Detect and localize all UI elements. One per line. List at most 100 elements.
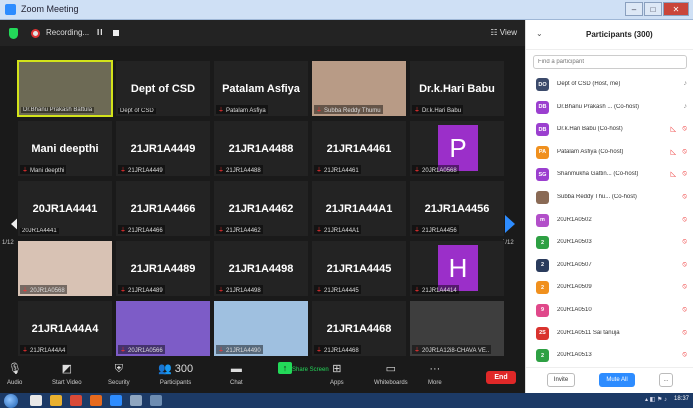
mic-icon: ♪ [683, 80, 688, 87]
folder-icon[interactable] [50, 395, 62, 406]
video-tile[interactable]: 21JR1A4488 ⏚ 21JR1A4488 [213, 120, 309, 177]
video-tile[interactable]: 21JR1A44A1 ⏚ 21JR1A44A1 [311, 180, 407, 237]
participant-row[interactable]: m 20JR1A0502 ⦸ [526, 210, 693, 233]
mute-all-button[interactable]: Mute All [599, 373, 635, 387]
tile-label-text: 21JR1A4466 [128, 228, 163, 234]
tile-label-text: 20JR1A0568 [422, 168, 457, 174]
mic-muted-icon: ⏚ [414, 168, 421, 174]
video-tile[interactable]: 21JR1A4449 ⏚ 21JR1A4449 [115, 120, 211, 177]
video-tile[interactable]: 20JR1A4441 20JR1A4441 [17, 180, 113, 237]
apps-button[interactable]: ⊞ Apps [330, 362, 344, 386]
video-tile[interactable]: Dept of CSD Dept of CSD [115, 60, 211, 117]
chat-button[interactable]: ▬ Chat [230, 362, 243, 386]
office-icon[interactable] [90, 395, 102, 406]
more-button[interactable]: ··· More [428, 362, 442, 386]
participant-row[interactable]: DO Dept of CSD (Host, me) ♪ [526, 74, 693, 97]
maximize-button[interactable]: □ [644, 2, 662, 16]
audio-icon: 🎙 [7, 363, 22, 375]
view-button[interactable]: ☷ View [490, 28, 517, 37]
more-options-button[interactable]: ... [659, 373, 673, 387]
start-button-icon[interactable] [4, 394, 18, 408]
participant-row[interactable]: 9 20JR1A0510 ⦸ [526, 300, 693, 323]
video-tile[interactable]: ⏚ 20JR1A0566 [115, 300, 211, 357]
participant-row[interactable]: 2 20JR1A0503 ⦸ [526, 232, 693, 255]
start-video-button[interactable]: ◩ Start Video [52, 362, 82, 386]
video-tile[interactable]: H ⏚ 21JR1A4414 [409, 240, 505, 297]
toolbar-label: Audio [7, 380, 23, 386]
participant-list: DO Dept of CSD (Host, me) ♪ DB Dr.Bhanu Prak… [526, 74, 693, 368]
system-tray-icons[interactable]: ▴ ◧ ⚑ ♪ [645, 396, 667, 403]
participant-search-input[interactable] [533, 55, 687, 69]
mic-muted-icon: ⦸ [682, 215, 687, 223]
participant-row[interactable]: PA Patalam Asfiya (Co-host) ◺ ⦸ [526, 142, 693, 165]
participant-name: 20JR1A0502 [557, 216, 592, 223]
mic-muted-icon: ⦸ [682, 305, 687, 313]
participant-name: Dept of CSD (Host, me) [557, 81, 621, 87]
audio-button[interactable]: 🎙 Audio [7, 362, 22, 386]
participant-row[interactable]: DB Dr.Bhanu Prakash ... (Co-host) ♪ [526, 97, 693, 120]
participant-row[interactable]: 2 20JR1A0509 ⦸ [526, 277, 693, 300]
tile-label-text: 20JR1A0566 [128, 348, 163, 354]
video-tile[interactable]: P ⏚ 20JR1A0568 [409, 120, 505, 177]
video-tile[interactable]: ⏚ Subba Reddy Thumu [311, 60, 407, 117]
mic-muted-icon: ⦸ [682, 125, 687, 133]
tile-label-text: 21JR1A4468 [324, 348, 359, 354]
video-tile[interactable]: Dr.Bhanu Prakash Battula [17, 60, 113, 117]
mic-muted-icon: ⏚ [316, 348, 323, 354]
video-tile[interactable]: Patalam Asfiya ⏚ Patalam Asfiya [213, 60, 309, 117]
tile-name-label: ⏚ 21JR1A4466 [118, 225, 165, 234]
participant-name: Subba Reddy Thu... (Co-host) [557, 193, 637, 200]
participants-button[interactable]: 👥 300 Participants [158, 362, 193, 386]
video-tile[interactable]: 21JR1A4468 ⏚ 21JR1A4468 [311, 300, 407, 357]
app-taskbar-icon[interactable] [130, 395, 142, 406]
video-tile[interactable]: Dr.k.Hari Babu ⏚ Dr.k.Hari Babu [409, 60, 505, 117]
mic-muted-icon: ⏚ [218, 348, 225, 354]
zoom-taskbar-icon[interactable] [110, 395, 122, 406]
video-tile[interactable]: 21JR1A4498 ⏚ 21JR1A4498 [213, 240, 309, 297]
share-screen-button[interactable]: ↑ Share Screen [278, 362, 329, 378]
end-meeting-button[interactable]: End [486, 371, 516, 384]
video-tile[interactable]: 21JR1A44A4 ⏚ 21JR1A44A4 [17, 300, 113, 357]
mic-muted-icon: ⦸ [682, 147, 687, 155]
tile-label-text: 21JR1A4445 [324, 288, 359, 294]
participant-name: Dr.k.Hari Babu (Co-host) [557, 126, 623, 133]
video-tile[interactable]: ⏚ 20JR1A0568 [17, 240, 113, 297]
video-tile[interactable]: 21JR1A4466 ⏚ 21JR1A4466 [115, 180, 211, 237]
video-tile[interactable]: 21JR1A4456 ⏚ 21JR1A4456 [409, 180, 505, 237]
tile-display-name: 21JR1A4462 [228, 203, 294, 215]
participant-row[interactable]: 2S 20JR1A0511 Sai tanuja ⦸ [526, 323, 693, 346]
video-tile[interactable]: ⏚ 20JR1A12i8-CHAVA VE.. [409, 300, 505, 357]
invite-button[interactable]: Invite [547, 373, 575, 387]
security-button[interactable]: ⛨ Security [108, 362, 130, 386]
whiteboards-button[interactable]: ▭ Whiteboards [374, 362, 408, 386]
participant-avatar: m [536, 213, 549, 227]
participant-row[interactable]: 2 20JR1A0513 ⦸ [526, 345, 693, 368]
app2-taskbar-icon[interactable] [150, 395, 162, 406]
close-button[interactable]: ✕ [663, 2, 689, 16]
explorer-icon[interactable] [30, 395, 42, 406]
video-tile[interactable]: 21JR1A4461 ⏚ 21JR1A4461 [311, 120, 407, 177]
stop-recording-icon[interactable] [113, 30, 119, 36]
meeting-topbar: Recording... II ☷ View [0, 20, 525, 46]
participant-row[interactable]: 2 20JR1A0507 ⦸ [526, 255, 693, 278]
window-titlebar: Zoom Meeting – □ ✕ [0, 0, 693, 20]
next-page-icon[interactable] [505, 215, 515, 233]
pause-recording-icon[interactable]: II [97, 28, 103, 37]
video-tile[interactable]: 21JR1A4489 ⏚ 21JR1A4489 [115, 240, 211, 297]
participant-avatar: 9 [536, 303, 549, 317]
chrome-icon[interactable] [70, 395, 82, 406]
more-icon: ··· [429, 363, 441, 375]
video-tile[interactable]: 21JR1A4445 ⏚ 21JR1A4445 [311, 240, 407, 297]
window-title: Zoom Meeting [21, 4, 79, 14]
minimize-button[interactable]: – [625, 2, 643, 16]
participant-row[interactable]: SG Shanmukha Gattin... (Co-host) ◺ ⦸ [526, 164, 693, 187]
participant-row[interactable]: DB Dr.k.Hari Babu (Co-host) ◺ ⦸ [526, 119, 693, 142]
collapse-chevron-icon[interactable]: ⌄ [536, 29, 543, 38]
video-tile[interactable]: ⏚ 21JR1A4490 [213, 300, 309, 357]
video-tile[interactable]: 21JR1A4462 ⏚ 21JR1A4462 [213, 180, 309, 237]
tile-label-text: 21JR1A4461 [324, 168, 359, 174]
encryption-shield-icon[interactable] [9, 28, 18, 39]
participant-row[interactable]: Subba Reddy Thu... (Co-host) ⦸ [526, 187, 693, 210]
video-tile[interactable]: Mani deepthi ⏚ Mani deepthi [17, 120, 113, 177]
meeting-area: Recording... II ☷ View 1/12 1/12 Dr.Bhan… [0, 20, 525, 393]
